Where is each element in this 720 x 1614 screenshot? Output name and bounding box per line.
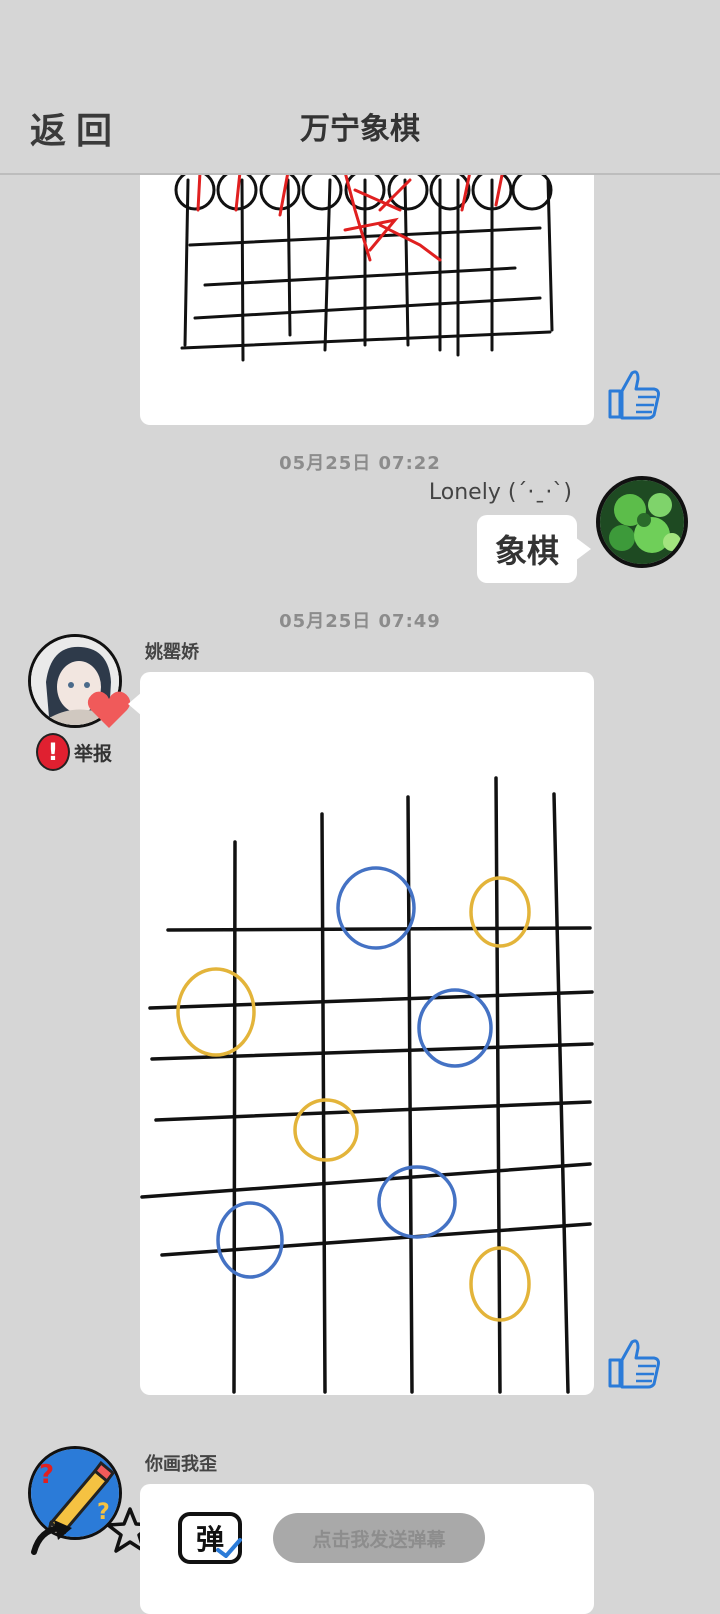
avatar-image: [600, 480, 684, 564]
drawing-card-1[interactable]: [140, 150, 594, 425]
username: 姚罂娇: [145, 642, 199, 663]
avatar[interactable]: [596, 476, 688, 568]
report-button[interactable]: ! 举报: [36, 733, 112, 771]
send-danmaku-button[interactable]: 点击我发送弹幕: [273, 1513, 485, 1563]
svg-text:?: ?: [39, 1460, 54, 1490]
heart-icon[interactable]: [86, 688, 132, 730]
timestamp: 05月25日 07:49: [279, 611, 441, 632]
username: Lonely (ˊ·ˍ·ˋ): [428, 480, 572, 505]
check-icon: [216, 1538, 242, 1558]
thumbs-up-icon[interactable]: [604, 363, 662, 421]
chess-board-sketch-1: [174, 169, 554, 362]
timestamp: 05月25日 07:22: [279, 453, 441, 474]
page-title: 万宁象棋: [300, 112, 420, 147]
drawing-card-2[interactable]: [140, 672, 594, 1395]
top-bar: 返回 万宁象棋: [0, 0, 720, 175]
message-bubble[interactable]: 象棋: [477, 515, 591, 583]
exclamation-icon: !: [36, 733, 70, 771]
report-label: 举报: [74, 742, 113, 765]
chess-board-sketch-2: [140, 776, 594, 1394]
username: 你画我歪: [145, 1454, 217, 1475]
thumbs-up-icon[interactable]: [604, 1332, 662, 1390]
arrow-icon: [31, 1520, 72, 1555]
